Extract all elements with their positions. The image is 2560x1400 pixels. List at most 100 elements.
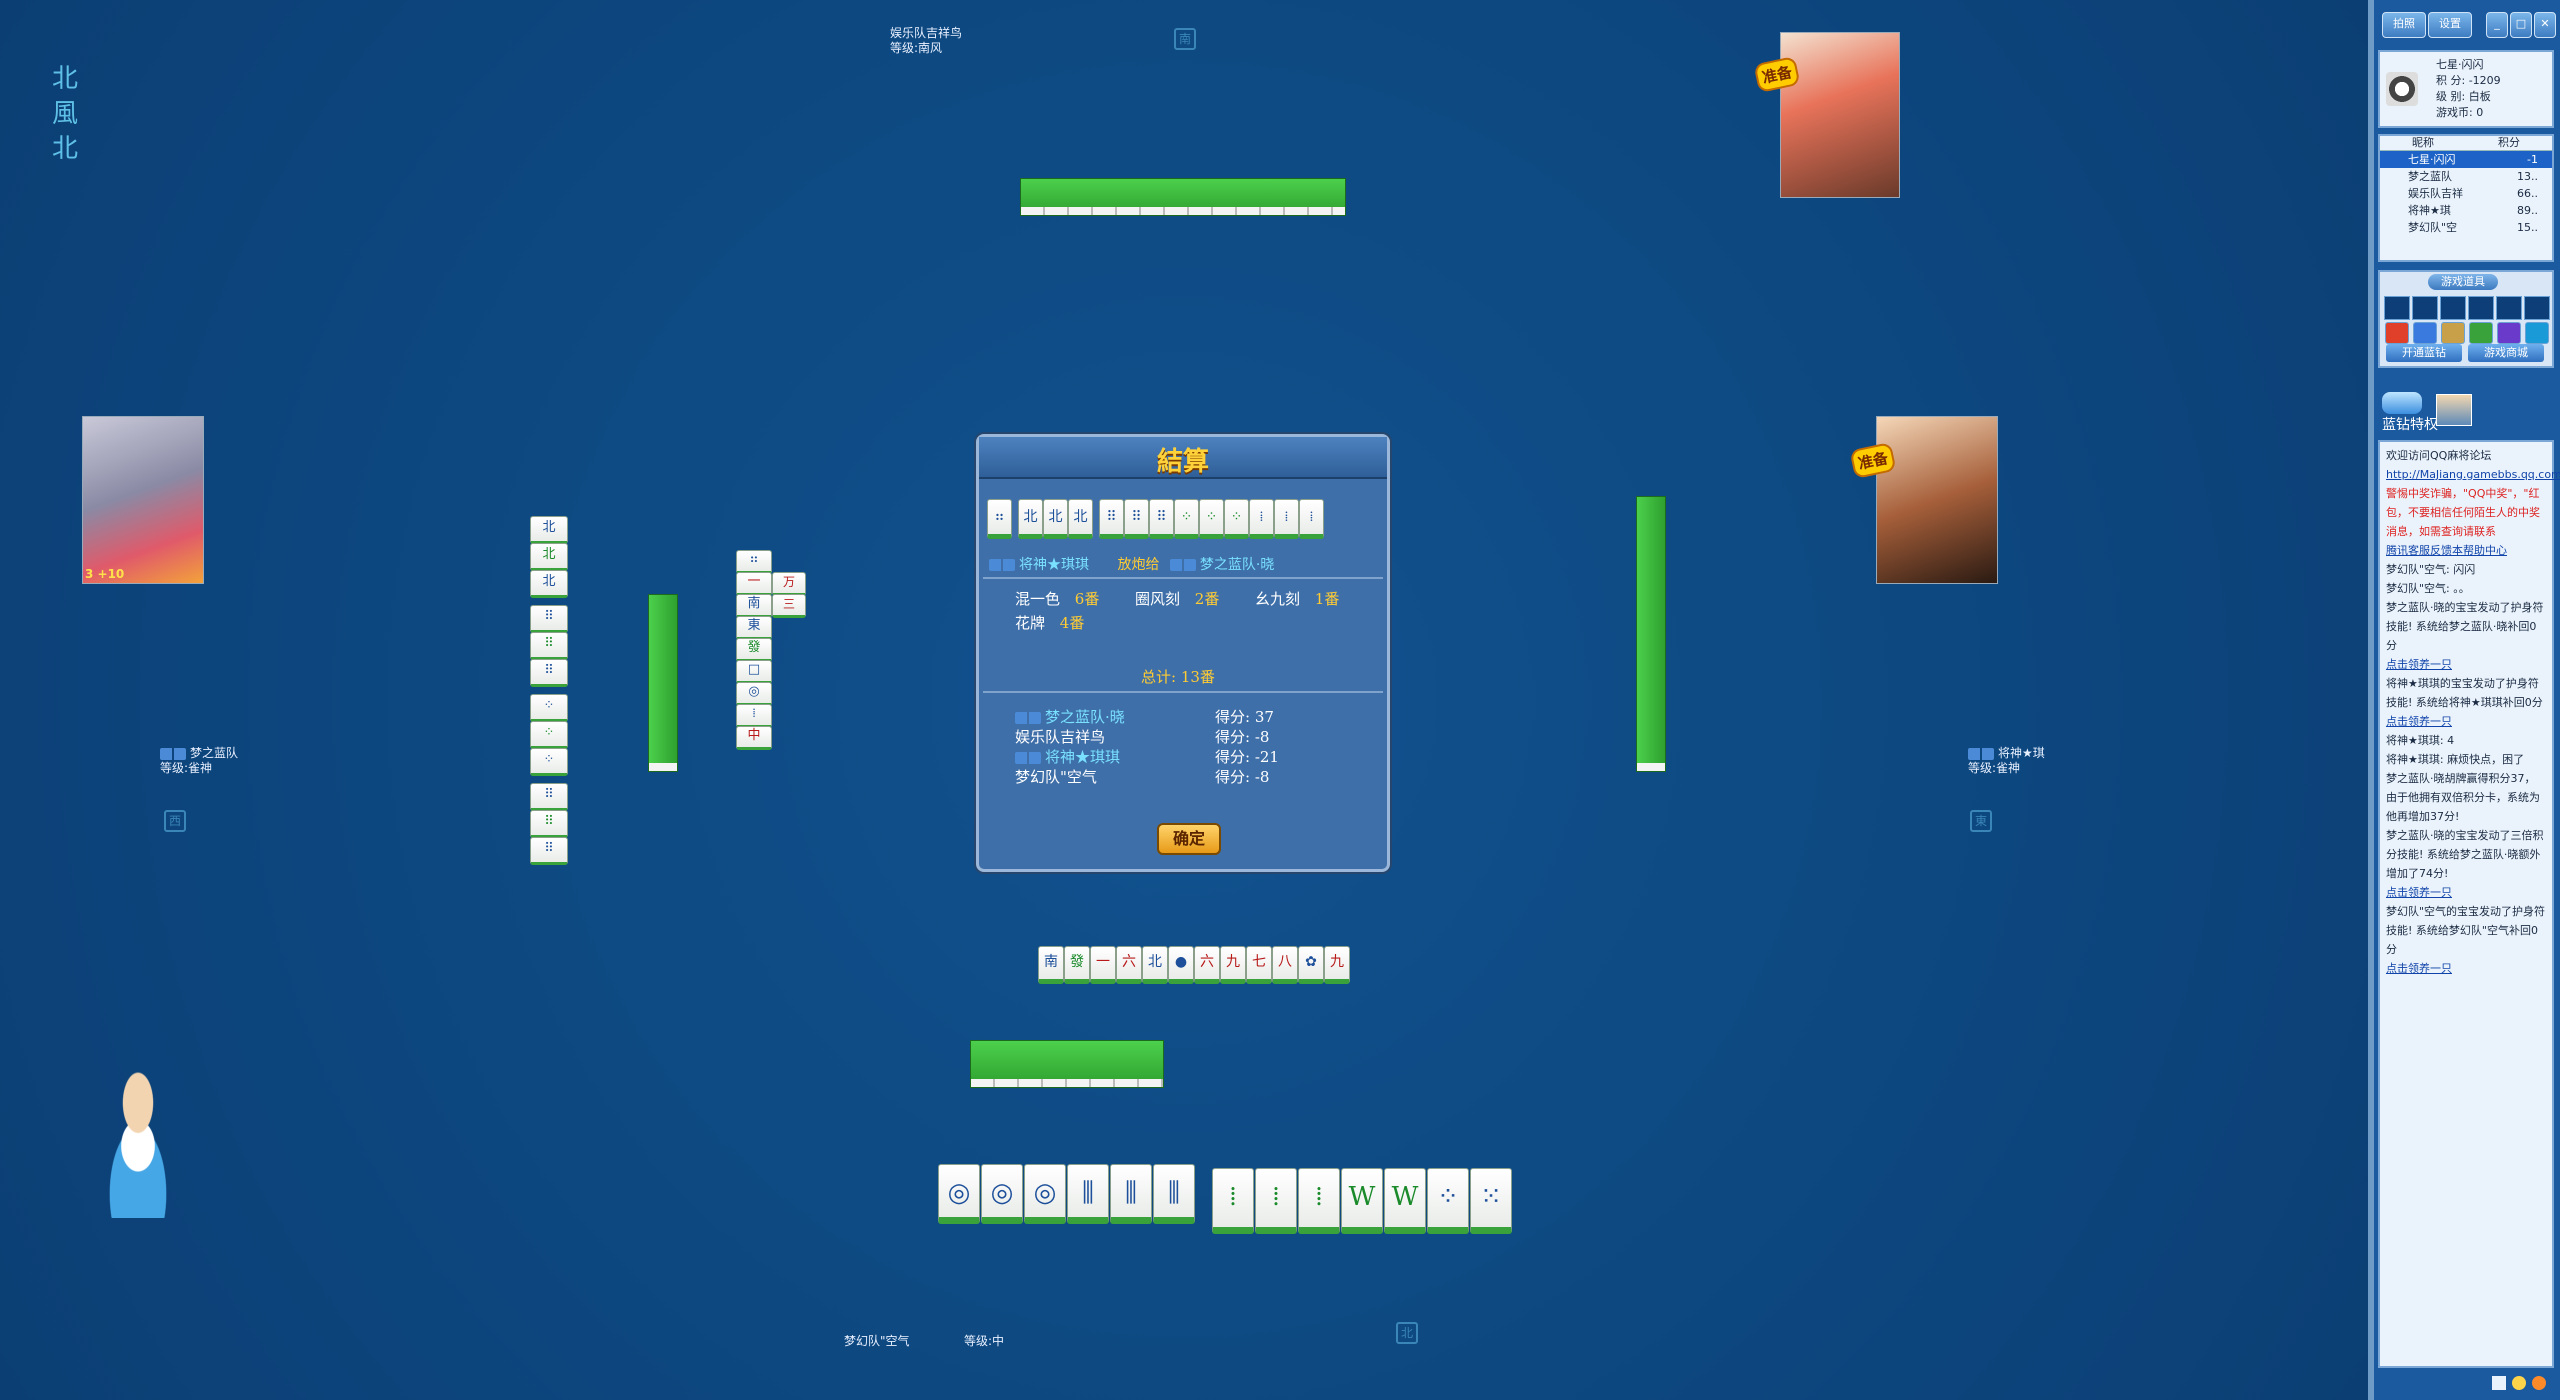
mahjong-tile[interactable]: ⁞ — [1255, 1168, 1297, 1234]
mahjong-tile: ⠿ — [530, 837, 568, 865]
left-player-avatar[interactable]: 3 +10 — [82, 416, 204, 584]
player-list-row[interactable]: 七星·闪闪 -1 — [2380, 151, 2552, 168]
emoji-icon[interactable] — [2512, 1376, 2526, 1390]
vip-badge-icon — [989, 559, 1015, 571]
chat-message[interactable]: 点击领养一只 — [2386, 655, 2546, 674]
fan-item-3: 幺九刻 1番 — [1255, 590, 1340, 608]
mahjong-tile[interactable]: ⫼ — [1067, 1164, 1109, 1224]
round-wind-indicator: 北 風 北 — [52, 62, 78, 167]
prop-slot[interactable] — [2440, 296, 2466, 320]
chat-message[interactable]: 腾讯客服反馈本帮助中心 — [2386, 541, 2546, 560]
mahjong-tile: 六 — [1194, 946, 1220, 984]
prop-item-icon[interactable] — [2469, 322, 2493, 344]
send-icon[interactable] — [2532, 1376, 2546, 1390]
top-wall — [1020, 178, 1346, 216]
vip-label: 蓝钻特权 — [2382, 417, 2438, 433]
chat-message: 梦幻队"空气的宝宝发动了护身符技能! 系统给梦幻队"空气补回0分 — [2386, 905, 2546, 956]
mahjong-tile: ⁞ — [736, 704, 772, 728]
score-value-3: 得分: -21 — [1215, 748, 1279, 766]
maximize-button[interactable]: □ — [2510, 12, 2532, 38]
mahjong-tile[interactable]: W — [1384, 1168, 1426, 1234]
prop-slot[interactable] — [2524, 296, 2550, 320]
prop-slot[interactable] — [2412, 296, 2438, 320]
mahjong-tile[interactable]: ◎ — [1024, 1164, 1066, 1224]
mahjong-tile[interactable]: W — [1341, 1168, 1383, 1234]
mahjong-tile: 九 — [1220, 946, 1246, 984]
top-player-avatar[interactable] — [1780, 32, 1900, 198]
mahjong-tile[interactable]: ◎ — [981, 1164, 1023, 1224]
player-list-row[interactable]: 娱乐队吉祥 66.. — [2380, 185, 2552, 202]
compass-top-icon: 南 — [1174, 28, 1196, 50]
player-list-row[interactable]: 梦之蓝队 13.. — [2380, 168, 2552, 185]
player-list-panel: 昵称 积分 七星·闪闪 -1 梦之蓝队 13.. 娱乐队吉祥 66.. 将神★琪 89.… — [2378, 134, 2554, 262]
bottom-player-avatar[interactable] — [80, 1058, 196, 1218]
chat-message[interactable]: 点击领养一只 — [2386, 883, 2546, 902]
mahjong-tile: ⠿ — [530, 605, 568, 633]
compass-right-icon: 東 — [1970, 810, 1992, 832]
user-coins: 游戏币: 0 — [2436, 106, 2484, 119]
chat-message[interactable]: 点击领养一只 — [2386, 712, 2546, 731]
mahjong-tile: 一 — [736, 572, 772, 596]
mahjong-tile[interactable]: ⁞ — [1212, 1168, 1254, 1234]
score-value-1: 得分: 37 — [1215, 708, 1274, 726]
confirm-button[interactable]: 确定 — [1157, 823, 1221, 855]
dropdown-icon[interactable] — [2492, 1376, 2506, 1390]
chat-message[interactable]: http://MaJiang.gamebbs.qq.com — [2386, 465, 2560, 484]
mahjong-tile: ⠿ — [1124, 499, 1149, 539]
mahjong-tile: 發 — [1064, 946, 1090, 984]
mahjong-tile[interactable]: ⫼ — [1110, 1164, 1152, 1224]
prop-item-icon[interactable] — [2385, 322, 2409, 344]
score-name-4: 梦幻队"空气 — [1015, 768, 1097, 786]
close-button[interactable]: ✕ — [2534, 12, 2556, 38]
mahjong-tile[interactable]: ◎ — [938, 1164, 980, 1224]
photo-button[interactable]: 拍照 — [2382, 12, 2426, 38]
prop-slot[interactable] — [2468, 296, 2494, 320]
top-seat-name: 娱乐队吉祥鸟 — [890, 26, 963, 40]
score-name-3: 将神★琪琪 — [1015, 747, 1120, 767]
prop-slot[interactable] — [2384, 296, 2410, 320]
mahjong-tile: ⁞ — [1249, 499, 1274, 539]
mahjong-tile[interactable]: ⁙ — [1470, 1168, 1512, 1234]
chat-message[interactable]: 点击领养一只 — [2386, 959, 2546, 978]
player-list-row[interactable]: 梦幻队"空 15.. — [2380, 219, 2552, 236]
vip-badge-icon — [1968, 747, 1994, 760]
settings-button[interactable]: 设置 — [2428, 12, 2472, 38]
open-blue-diamond-button[interactable]: 开通蓝钻 — [2386, 344, 2462, 362]
top-seat-level: 等级:南风 — [890, 41, 943, 55]
prop-slot[interactable] — [2496, 296, 2522, 320]
mahjong-tile: 八 — [1272, 946, 1298, 984]
mahjong-tile[interactable]: ⫼ — [1153, 1164, 1195, 1224]
chat-message: 梦之蓝队·晓胡牌赢得积分37，由于他拥有双倍积分卡，系统为他再增加37分! — [2386, 772, 2540, 823]
vip-privileges[interactable]: 蓝钻特权 — [2378, 390, 2554, 433]
left-wall — [648, 594, 678, 772]
dialog-title-bar: 結算 — [979, 437, 1387, 479]
prop-item-icon[interactable] — [2441, 322, 2465, 344]
right-seat-info: 将神★琪 等级:雀神 — [1968, 746, 2045, 776]
right-player-avatar[interactable] — [1876, 416, 1998, 584]
minimize-button[interactable]: _ — [2486, 12, 2508, 38]
prop-item-icon[interactable] — [2413, 322, 2437, 344]
pet-icon[interactable] — [2436, 394, 2472, 426]
loser-name: 梦之蓝队·晓 — [1199, 557, 1275, 573]
fan-item-1: 混一色 6番 — [1015, 590, 1100, 608]
mahjong-tile: 北 — [1018, 499, 1043, 539]
mahjong-tile: ⁘ — [530, 721, 568, 749]
fan-total: 总计: 13番 — [1141, 668, 1215, 686]
vip-badge-icon — [1169, 559, 1196, 571]
mahjong-tile: ⁘ — [1224, 499, 1249, 539]
mahjong-tile: ⠿ — [530, 632, 568, 660]
mahjong-tile: 北 — [530, 543, 568, 571]
chat-message: 将神★琪琪: 4 — [2386, 734, 2455, 747]
game-shop-button[interactable]: 游戏商城 — [2468, 344, 2544, 362]
mahjong-tile: 北 — [530, 570, 568, 598]
prop-item-icon[interactable] — [2525, 322, 2549, 344]
player-list-row[interactable]: 将神★琪 89.. — [2380, 202, 2552, 219]
user-name: 七星·闪闪 — [2436, 58, 2484, 71]
mahjong-tile[interactable]: ⁘ — [1427, 1168, 1469, 1234]
mahjong-tile[interactable]: ⁞ — [1298, 1168, 1340, 1234]
prop-item-icon[interactable] — [2497, 322, 2521, 344]
props-title: 游戏道具 — [2428, 274, 2498, 290]
fan-item-4: 花牌 4番 — [1015, 614, 1085, 632]
chat-message: 梦幻队"空气: 。。 — [2386, 582, 2470, 595]
right-wall — [1636, 496, 1666, 772]
